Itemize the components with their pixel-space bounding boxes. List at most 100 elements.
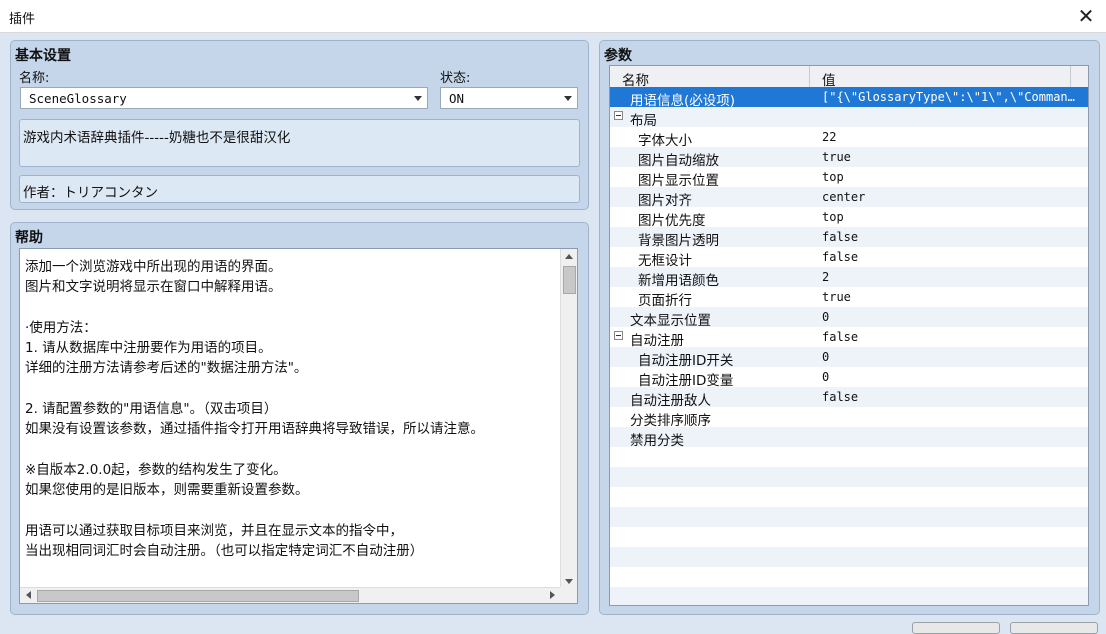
- description-box: 游戏内术语辞典插件-----奶糖也不是很甜汉化: [19, 119, 580, 167]
- parameter-row[interactable]: 用语信息(必设项) ["{\"GlossaryType\":\"1\",\"Com…: [610, 87, 1088, 109]
- parameter-name: 布局: [630, 113, 657, 129]
- parameter-name: 图片自动缩放: [638, 153, 719, 169]
- basic-settings-panel: 基本设置 名称: SceneGlossary 状态: ON 游戏内术语辞典插件-…: [10, 40, 589, 210]
- parameter-value: true: [822, 150, 851, 164]
- parameter-value: 0: [822, 310, 830, 324]
- scroll-corner: [560, 587, 577, 603]
- parameter-name: 图片显示位置: [638, 173, 719, 189]
- parameter-name: 字体大小: [638, 133, 692, 149]
- parameter-value: ["{\"GlossaryType\":\"1\",\"Comman…: [822, 90, 1075, 104]
- scroll-thumb[interactable]: [563, 266, 576, 294]
- parameter-name: 分类排序顺序: [630, 413, 711, 429]
- parameter-row[interactable]: 文本显示位置 0: [610, 307, 1088, 329]
- chevron-down-icon: [564, 96, 572, 101]
- collapse-icon[interactable]: [614, 111, 623, 120]
- parameter-row[interactable]: 图片对齐 center: [610, 187, 1088, 209]
- parameter-value: false: [822, 230, 859, 244]
- close-icon[interactable]: ✕: [1072, 2, 1100, 30]
- parameter-value: false: [822, 390, 859, 404]
- parameter-row[interactable]: 字体大小 22: [610, 127, 1088, 149]
- name-label: 名称:: [19, 71, 50, 86]
- parameter-value: 2: [822, 270, 830, 284]
- parameter-value: false: [822, 330, 859, 344]
- scroll-down-icon[interactable]: [565, 579, 573, 584]
- parameter-row[interactable]: 图片优先度 top: [610, 207, 1088, 229]
- parameter-value: 0: [822, 350, 830, 364]
- parameter-row[interactable]: 图片显示位置 top: [610, 167, 1088, 189]
- parameter-name: 背景图片透明: [638, 233, 719, 249]
- parameter-name: 无框设计: [638, 253, 692, 269]
- empty-row: [610, 487, 1088, 507]
- column-header-name[interactable]: 名称: [622, 69, 649, 89]
- parameter-row[interactable]: 自动注册ID开关 0: [610, 347, 1088, 369]
- empty-row: [610, 547, 1088, 567]
- empty-row: [610, 587, 1088, 605]
- help-title: 帮助: [15, 230, 43, 246]
- parameter-value: top: [822, 170, 844, 184]
- parameter-value: center: [822, 190, 866, 204]
- ok-button[interactable]: [912, 622, 1000, 634]
- parameters-grid[interactable]: 名称 值 用语信息(必设项) ["{\"GlossaryType\":\"1\",…: [609, 65, 1089, 606]
- parameter-name: 页面折行: [638, 293, 692, 309]
- window-title: 插件: [9, 12, 36, 27]
- title-bar: 插件 ✕: [0, 0, 1106, 33]
- parameter-name: 自动注册ID开关: [638, 353, 734, 369]
- parameter-name: 自动注册敌人: [630, 393, 711, 409]
- scroll-left-icon[interactable]: [26, 591, 31, 599]
- scroll-up-icon[interactable]: [565, 254, 573, 259]
- parameter-row[interactable]: 背景图片透明 false: [610, 227, 1088, 249]
- column-header-value[interactable]: 值: [822, 69, 836, 89]
- help-horizontal-scrollbar[interactable]: [20, 587, 561, 603]
- parameter-name: 图片优先度: [638, 213, 706, 229]
- parameter-value: 22: [822, 130, 837, 144]
- basic-settings-title: 基本设置: [15, 48, 71, 64]
- parameter-row[interactable]: 自动注册 false: [610, 327, 1088, 349]
- empty-row: [610, 507, 1088, 527]
- scroll-thumb-horizontal[interactable]: [37, 590, 359, 602]
- parameter-row[interactable]: 无框设计 false: [610, 247, 1088, 269]
- parameter-value: true: [822, 290, 851, 304]
- empty-row: [610, 527, 1088, 547]
- parameter-name: 图片对齐: [638, 193, 692, 209]
- help-vertical-scrollbar[interactable]: [560, 249, 577, 589]
- empty-row: [610, 447, 1088, 467]
- help-text-area[interactable]: 添加一个浏览游戏中所出现的用语的界面。 图片和文字说明将显示在窗口中解释用语。 …: [19, 248, 578, 604]
- parameter-value: top: [822, 210, 844, 224]
- plugin-name-value: SceneGlossary: [29, 91, 127, 106]
- chevron-down-icon: [414, 96, 422, 101]
- parameter-name: 文本显示位置: [630, 313, 711, 329]
- description-text: 游戏内术语辞典插件-----奶糖也不是很甜汉化: [23, 130, 291, 146]
- parameter-name: 自动注册: [630, 333, 684, 349]
- parameter-value: false: [822, 250, 859, 264]
- status-select[interactable]: ON: [440, 87, 578, 109]
- empty-row: [610, 567, 1088, 587]
- parameter-name: 禁用分类: [630, 433, 684, 449]
- parameter-rows: 用语信息(必设项) ["{\"GlossaryType\":\"1\",\"Com…: [610, 87, 1088, 605]
- collapse-icon[interactable]: [614, 331, 623, 340]
- scroll-right-icon[interactable]: [550, 591, 555, 599]
- parameter-row[interactable]: 自动注册ID变量 0: [610, 367, 1088, 389]
- parameters-title: 参数: [604, 48, 632, 64]
- status-value: ON: [449, 91, 465, 106]
- cancel-button[interactable]: [1010, 622, 1098, 634]
- parameter-row[interactable]: 布局: [610, 107, 1088, 129]
- author-text: 作者：トリアコンタン: [23, 185, 158, 201]
- parameter-row[interactable]: 自动注册敌人 false: [610, 387, 1088, 409]
- plugin-name-select[interactable]: SceneGlossary: [20, 87, 428, 109]
- parameter-value: 0: [822, 370, 830, 384]
- help-text: 添加一个浏览游戏中所出现的用语的界面。 图片和文字说明将显示在窗口中解释用语。 …: [25, 259, 484, 560]
- parameter-name: 新增用语颜色: [638, 273, 719, 289]
- parameter-name: 自动注册ID变量: [638, 373, 734, 389]
- column-separator[interactable]: [1070, 66, 1071, 87]
- parameter-name: 用语信息(必设项): [630, 93, 736, 109]
- grid-header: 名称 值: [610, 66, 1088, 89]
- parameter-row[interactable]: 新增用语颜色 2: [610, 267, 1088, 289]
- author-box: 作者：トリアコンタン: [19, 175, 580, 203]
- parameter-row[interactable]: 禁用分类: [610, 427, 1088, 449]
- empty-row: [610, 467, 1088, 487]
- parameter-row[interactable]: 分类排序顺序: [610, 407, 1088, 429]
- status-label: 状态:: [440, 71, 471, 86]
- column-separator[interactable]: [809, 66, 810, 87]
- parameter-row[interactable]: 图片自动缩放 true: [610, 147, 1088, 169]
- parameter-row[interactable]: 页面折行 true: [610, 287, 1088, 309]
